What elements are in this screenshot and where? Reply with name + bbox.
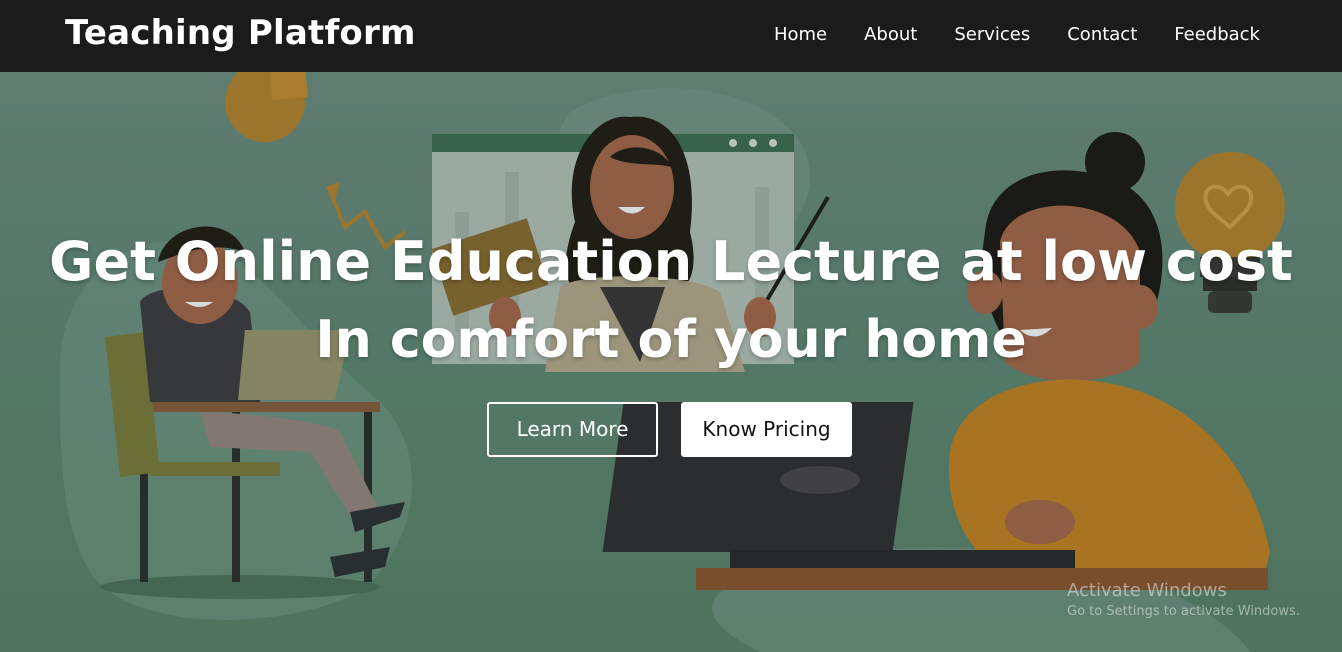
navbar: Teaching Platform Home About Services Co… (0, 0, 1342, 72)
nav-links: Home About Services Contact Feedback (774, 24, 1260, 45)
nav-link-services[interactable]: Services (954, 24, 1030, 45)
hero-subheadline: In comfort of your home (315, 310, 1027, 370)
hero-section: Get Online Education Lecture at low cost… (0, 72, 1342, 652)
hero-headline: Get Online Education Lecture at low cost (49, 230, 1293, 293)
nav-link-feedback[interactable]: Feedback (1174, 24, 1260, 45)
nav-link-contact[interactable]: Contact (1067, 24, 1137, 45)
nav-link-about[interactable]: About (864, 24, 917, 45)
watermark-subtitle: Go to Settings to activate Windows. (1067, 604, 1300, 619)
know-pricing-button[interactable]: Know Pricing (681, 402, 852, 457)
nav-link-home[interactable]: Home (774, 24, 827, 45)
learn-more-button[interactable]: Learn More (487, 402, 658, 457)
brand-logo-text[interactable]: Teaching Platform (65, 13, 416, 53)
watermark-title: Activate Windows (1067, 580, 1227, 601)
windows-activation-watermark: Activate Windows Go to Settings to activ… (1067, 580, 1300, 619)
